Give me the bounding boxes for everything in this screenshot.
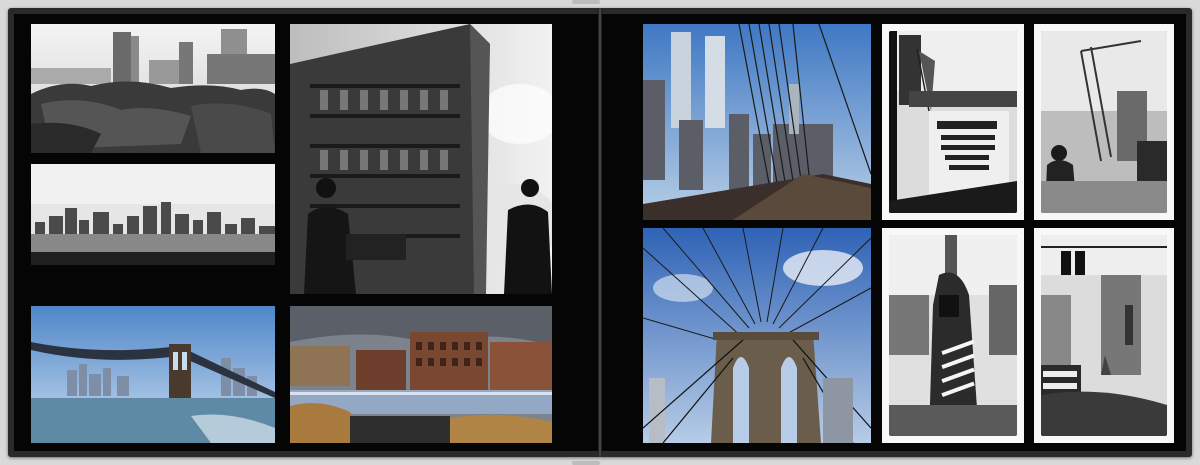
photo-bridge-tower-cables[interactable] <box>643 228 871 443</box>
polaroid-traffic-light-flags[interactable] <box>1034 228 1174 443</box>
photo-skyline-rocks[interactable] <box>31 24 275 153</box>
polaroid-memorial-sign[interactable] <box>882 24 1024 220</box>
left-page[interactable] <box>14 14 598 451</box>
top-scroll-handle[interactable] <box>572 0 600 4</box>
photo-flatiron-building[interactable] <box>290 24 552 294</box>
polaroid-flag-person[interactable] <box>882 228 1024 443</box>
bottom-scroll-handle[interactable] <box>572 461 600 465</box>
photo-brick-buildings-water[interactable] <box>290 306 552 443</box>
right-page[interactable] <box>602 14 1186 451</box>
photo-book <box>8 8 1192 457</box>
photo-twin-towers[interactable] <box>643 24 871 220</box>
photo-manhattan-skyline-bw[interactable] <box>31 164 275 265</box>
polaroid-crane-scene[interactable] <box>1034 24 1174 220</box>
photo-brooklyn-bridge-color[interactable] <box>31 306 275 443</box>
